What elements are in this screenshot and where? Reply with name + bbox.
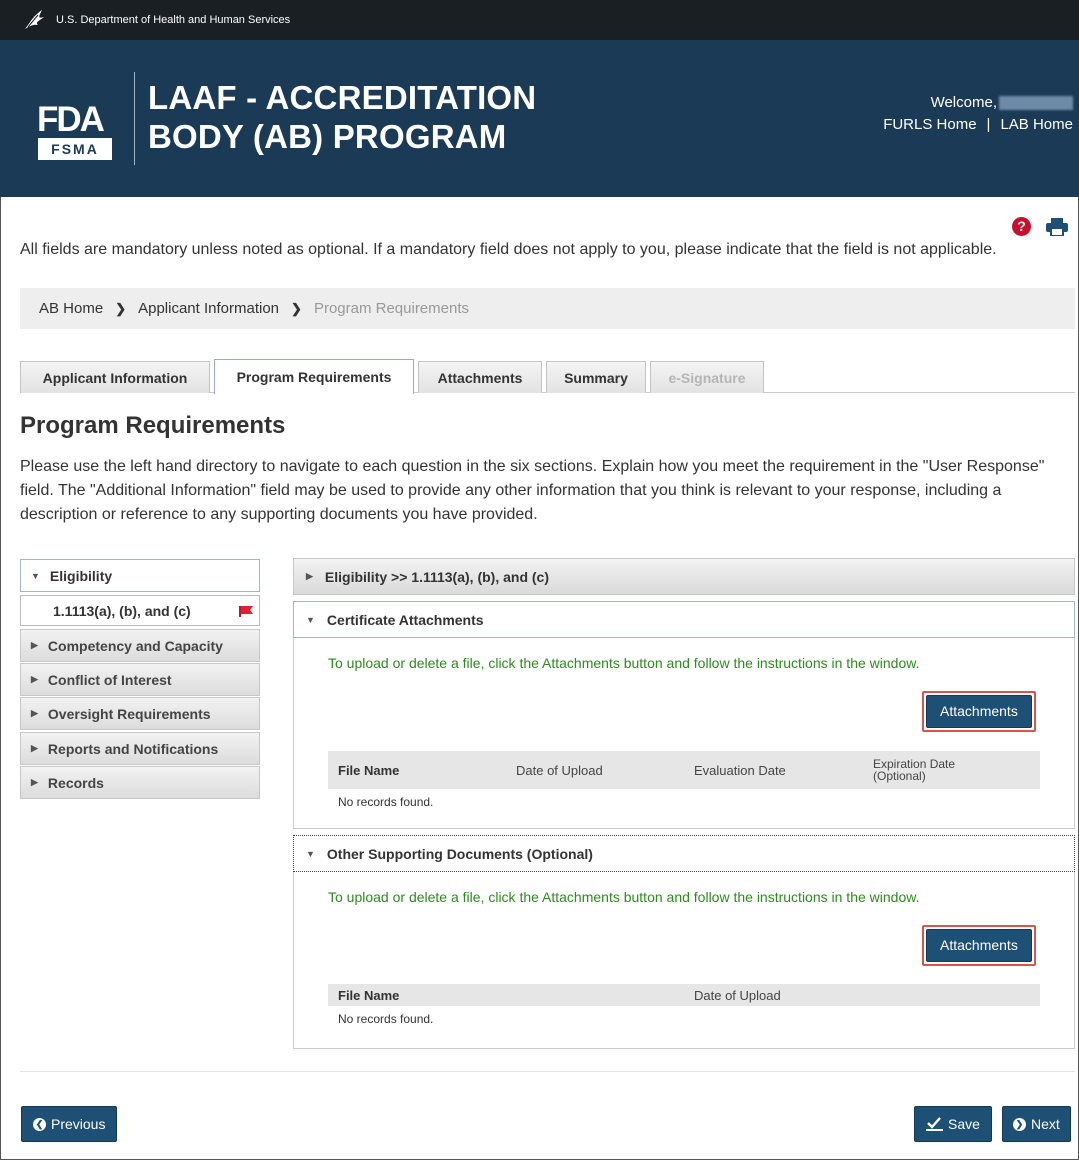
attachments-button-highlight: Attachments: [922, 691, 1036, 732]
breadcrumb-program-requirements: Program Requirements: [313, 300, 469, 317]
program-title-line1: LAAF - ACCREDITATION: [148, 79, 537, 116]
empty-table-message: No records found.: [338, 795, 434, 809]
agency-bar: U.S. Department of Health and Human Serv…: [0, 0, 1079, 40]
mandatory-note: All fields are mandatory unless noted as…: [20, 241, 997, 258]
previous-button[interactable]: ❮ Previous: [21, 1106, 118, 1142]
breadcrumb-applicant-information[interactable]: Applicant Information: [138, 300, 279, 317]
sidebar-item-reports-and-notifications[interactable]: ▶ Reports and Notifications: [20, 732, 260, 765]
caret-down-icon: ▼: [306, 614, 315, 625]
sidebar-item-label: Conflict of Interest: [47, 671, 172, 688]
sidebar-item-eligibility[interactable]: ▼ Eligibility: [20, 559, 260, 592]
panel-title: Eligibility >> 1.1113(a), (b), and (c): [324, 568, 549, 585]
other-attachments-button[interactable]: Attachments: [926, 929, 1032, 962]
certificate-table-header: File Name Date of Upload Evaluation Date…: [328, 751, 1040, 789]
other-supporting-documents-body: To upload or delete a file, click the At…: [293, 872, 1075, 1049]
welcome-text: Welcome,: [930, 94, 997, 111]
svg-text:FSMA: FSMA: [51, 141, 99, 157]
chevron-right-icon: ❯: [115, 300, 127, 316]
program-title-line2: BODY (AB) PROGRAM: [148, 118, 507, 155]
eligibility-panel-header[interactable]: ▶ Eligibility >> 1.1113(a), (b), and (c): [293, 558, 1075, 595]
sidebar-item-1-1113[interactable]: 1.1113(a), (b), and (c): [20, 595, 260, 626]
col-date-of-upload[interactable]: Date of Upload: [516, 751, 603, 789]
user-area: Welcome, FURLS Home | LAB Home: [883, 92, 1073, 136]
certificate-attachments-body: To upload or delete a file, click the At…: [293, 638, 1075, 829]
tab-program-requirements[interactable]: Program Requirements: [214, 359, 414, 394]
panel-title: Other Supporting Documents (Optional): [326, 845, 593, 862]
sidebar-item-records[interactable]: ▶ Records: [20, 766, 260, 799]
print-icon[interactable]: [1046, 218, 1068, 236]
tab-summary[interactable]: Summary: [546, 361, 646, 393]
caret-down-icon: ▼: [306, 848, 315, 859]
header-divider: [134, 72, 135, 165]
furls-home-link[interactable]: FURLS Home: [883, 116, 976, 133]
save-label: Save: [948, 1116, 980, 1132]
hhs-eagle-icon: [25, 10, 44, 29]
fda-fsma-logo: FDA FSMA: [37, 100, 112, 160]
check-underline-icon: [926, 1117, 943, 1131]
save-button[interactable]: Save: [914, 1106, 992, 1142]
footer-divider: [20, 1071, 1075, 1072]
caret-down-icon: ▼: [31, 570, 40, 581]
col-evaluation-date[interactable]: Evaluation Date: [694, 751, 786, 789]
certificate-attachments-button[interactable]: Attachments: [926, 695, 1032, 728]
sidebar-item-oversight-requirements[interactable]: ▶ Oversight Requirements: [20, 697, 260, 730]
page-title: Program Requirements: [20, 412, 286, 439]
sidebar-item-competency-and-capacity[interactable]: ▶ Competency and Capacity: [20, 629, 260, 662]
col-expiration-date[interactable]: Expiration Date (Optional): [873, 751, 993, 789]
chevron-left-circle-icon: ❮: [33, 1117, 46, 1131]
red-flag-icon: [239, 606, 253, 617]
caret-right-icon: ▶: [31, 640, 38, 650]
svg-text:FDA: FDA: [37, 100, 105, 139]
empty-table-message: No records found.: [338, 1012, 434, 1026]
next-label: Next: [1031, 1116, 1060, 1132]
chevron-right-icon: ❯: [291, 300, 302, 316]
other-supporting-documents-header[interactable]: ▼ Other Supporting Documents (Optional): [293, 835, 1075, 872]
attachments-button-highlight: Attachments: [922, 925, 1036, 966]
redacted-username: [999, 96, 1073, 111]
intro-text: Please use the left hand directory to na…: [20, 458, 1045, 523]
sidebar-item-label: 1.1113(a), (b), and (c): [53, 602, 191, 619]
other-documents-table-header: File Name Date of Upload: [328, 984, 1040, 1006]
caret-right-icon: ▶: [31, 777, 38, 787]
site-header: FDA FSMA LAAF - ACCREDITATION BODY (AB) …: [0, 40, 1079, 197]
col-date-of-upload[interactable]: Date of Upload: [694, 984, 781, 1006]
certificate-attachments-header[interactable]: ▼ Certificate Attachments: [293, 601, 1075, 638]
tab-bar: Applicant Information Program Requiremen…: [20, 359, 1075, 394]
help-icon[interactable]: ?: [1012, 217, 1031, 236]
lab-home-link[interactable]: LAB Home: [1000, 116, 1073, 133]
col-file-name[interactable]: File Name: [338, 984, 399, 1006]
sidebar-item-label: Reports and Notifications: [47, 740, 219, 757]
tab-applicant-information[interactable]: Applicant Information: [20, 361, 210, 393]
upload-instruction: To upload or delete a file, click the At…: [328, 655, 920, 671]
agency-name: U.S. Department of Health and Human Serv…: [56, 14, 291, 26]
sidebar-item-label: Eligibility: [49, 567, 113, 584]
sidebar-item-label: Records: [47, 774, 104, 791]
program-title: LAAF - ACCREDITATION BODY (AB) PROGRAM: [148, 78, 536, 156]
chevron-right-circle-icon: ❯: [1013, 1117, 1026, 1131]
panel-title: Certificate Attachments: [326, 611, 484, 628]
sidebar-item-label: Competency and Capacity: [47, 637, 223, 654]
breadcrumb-ab-home[interactable]: AB Home: [39, 300, 103, 317]
caret-right-icon: ▶: [31, 743, 38, 753]
tab-e-signature: e-Signature: [650, 361, 764, 393]
col-file-name[interactable]: File Name: [338, 751, 399, 789]
next-button[interactable]: ❯ Next: [1002, 1106, 1071, 1142]
sidebar-item-conflict-of-interest[interactable]: ▶ Conflict of Interest: [20, 663, 260, 696]
link-separator: |: [986, 116, 991, 133]
sidebar-item-label: Oversight Requirements: [47, 705, 211, 722]
caret-right-icon: ▶: [306, 571, 313, 581]
caret-right-icon: ▶: [31, 674, 38, 684]
previous-label: Previous: [51, 1116, 106, 1132]
upload-instruction: To upload or delete a file, click the At…: [328, 889, 920, 905]
caret-right-icon: ▶: [31, 708, 38, 718]
breadcrumb: AB Home ❯ Applicant Information ❯ Progra…: [20, 288, 1075, 329]
tab-attachments[interactable]: Attachments: [418, 361, 542, 393]
